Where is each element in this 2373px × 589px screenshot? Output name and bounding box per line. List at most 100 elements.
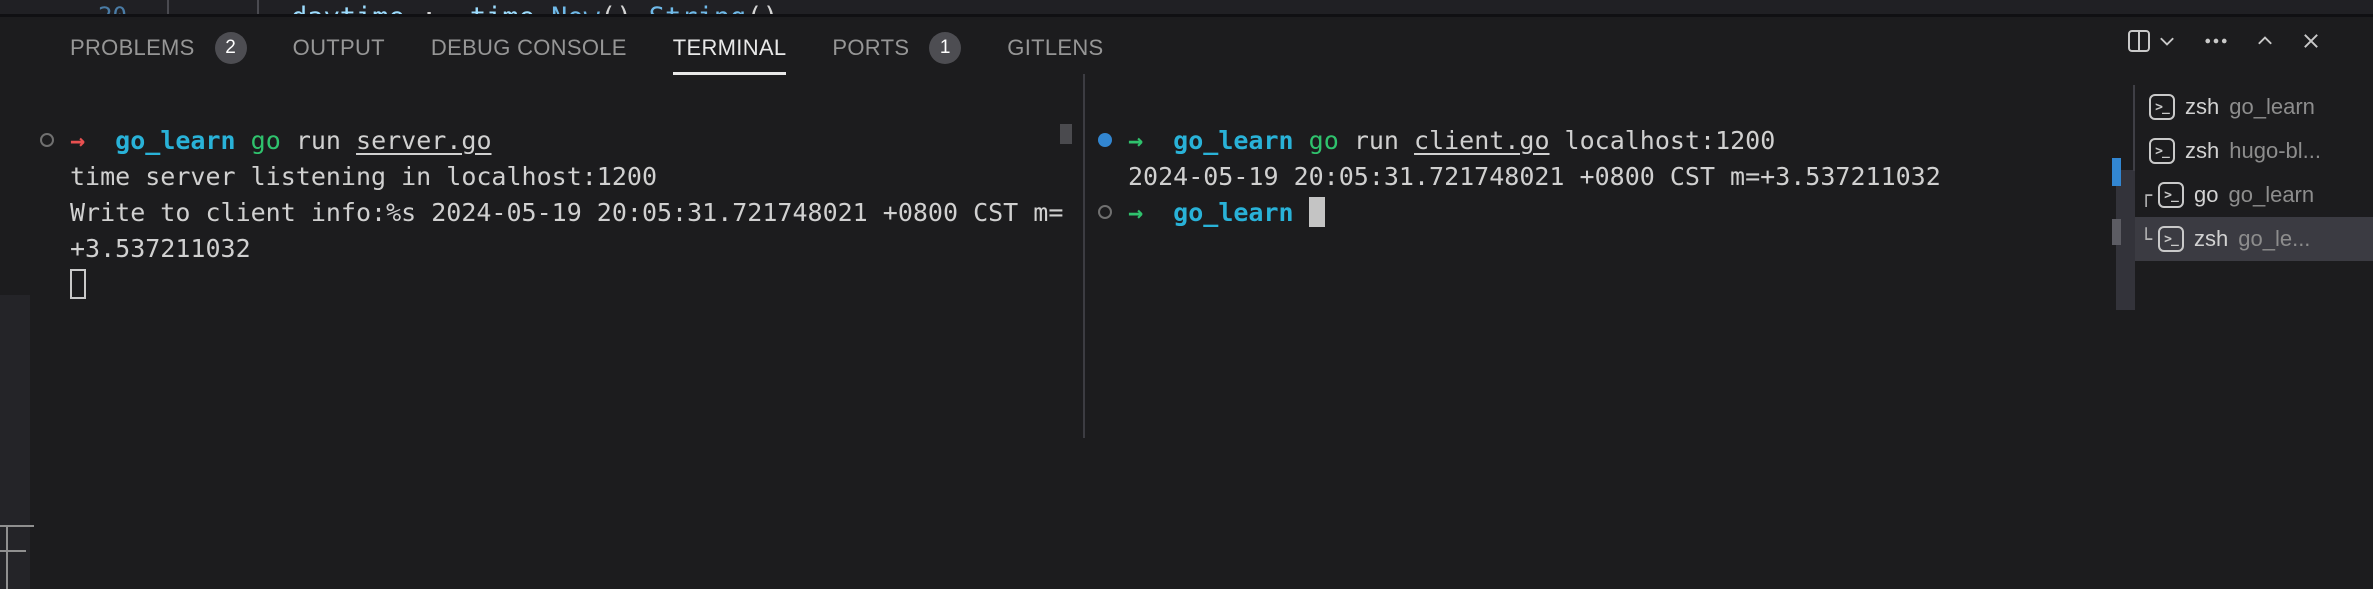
left-terminal-scrollbar-thumb[interactable] (1060, 124, 1072, 144)
editor-code-strip: 20 daytime := time.Now().String() (0, 0, 2373, 14)
tab-label: OUTPUT (293, 35, 385, 61)
tab-label: PROBLEMS (70, 35, 195, 61)
command-decoration-icon[interactable] (40, 133, 54, 147)
terminal-icon: >_ (2158, 182, 2184, 208)
terminal-text: 2024-05-19 20:05:31.721748021 +0800 CST … (1128, 162, 1941, 191)
terminal-cwd-label: go_learn (2228, 182, 2314, 208)
left-edge-strip (0, 295, 30, 589)
code-token: daytime (291, 2, 405, 14)
terminal-text-segment: Write to client info:%s 2024-05-19 20:05… (70, 198, 1063, 227)
terminal-cwd-label: go_le... (2238, 226, 2310, 252)
tab-label: GITLENS (1007, 35, 1103, 61)
views-and-more-actions-button[interactable] (2202, 30, 2230, 52)
vscode-panel-region: 20 daytime := time.Now().String() PROBLE… (0, 0, 2373, 589)
code-token: . (535, 2, 551, 14)
terminal-cursor (70, 269, 86, 299)
editor-guide-line (257, 0, 259, 14)
terminal-text-segment: 2024-05-19 20:05:31.721748021 +0800 CST … (1128, 162, 1941, 191)
terminal-split-sash[interactable] (1083, 74, 1085, 438)
code-token: String (649, 2, 747, 14)
tree-branch-icon: └ (2140, 227, 2156, 251)
tab-badge: 1 (929, 32, 961, 64)
terminal-text-segment: server.go (356, 126, 491, 155)
terminal-text: → go_learn go run client.go localhost:12… (1128, 126, 1775, 155)
terminal-shell-label: zsh (2185, 94, 2219, 120)
terminal-text-segment: go_learn (1173, 198, 1293, 227)
terminal-text-segment (236, 126, 251, 155)
code-token: time (470, 2, 535, 14)
terminal-cwd-label: go_learn (2229, 94, 2315, 120)
tab-label: TERMINAL (673, 35, 787, 61)
terminal-text: +3.537211032 (70, 234, 251, 263)
terminal-icon: >_ (2158, 226, 2184, 252)
terminal-line (34, 266, 1082, 302)
terminal-text-segment: go_learn (115, 126, 235, 155)
terminal-pane-right[interactable]: → go_learn go run client.go localhost:12… (1092, 122, 2112, 230)
terminal-text-segment: go (1309, 126, 1339, 155)
window-corner-line (0, 525, 34, 527)
tab-gitlens[interactable]: GITLENS (1007, 24, 1103, 75)
terminal-cwd-label: hugo-bl... (2229, 138, 2321, 164)
terminal-list-item-zsh-go_le[interactable]: └>_zshgo_le... (2135, 217, 2373, 261)
terminal-text-segment: go_learn (1173, 126, 1293, 155)
split-terminal-button[interactable] (2128, 30, 2150, 52)
launch-profile-dropdown[interactable] (2156, 30, 2178, 52)
panel-top-border (0, 14, 2373, 17)
split-terminal-icon (2128, 30, 2150, 52)
terminal-cursor (1309, 197, 1325, 227)
terminal-shell-label: zsh (2185, 138, 2219, 164)
terminal-pane-left[interactable]: → go_learn go run server.go time server l… (34, 122, 1082, 302)
close-icon (2300, 30, 2322, 52)
command-decoration-icon[interactable] (1098, 205, 1112, 219)
command-decoration-icon[interactable] (1098, 133, 1112, 147)
prompt-arrow-icon: → (70, 126, 85, 155)
chevron-up-icon (2254, 30, 2276, 52)
tab-output[interactable]: OUTPUT (293, 24, 385, 75)
tab-debug-console[interactable]: DEBUG CONSOLE (431, 24, 627, 75)
prompt-arrow-icon: → (1128, 126, 1143, 155)
terminal-tabs-list: >_zshgo_learn>_zshhugo-bl...┌>_gogo_lear… (2135, 85, 2373, 261)
terminal-line: → go_learn go run client.go localhost:12… (1092, 122, 2112, 158)
terminal-line: 2024-05-19 20:05:31.721748021 +0800 CST … (1092, 158, 2112, 194)
terminal-text: → go_learn (1128, 198, 1309, 227)
close-panel-button[interactable] (2300, 30, 2322, 52)
terminal-gutter (1092, 205, 1128, 219)
terminal-line: → go_learn go run server.go (34, 122, 1082, 158)
tab-ports[interactable]: PORTS 1 (832, 24, 961, 75)
window-corner-line (6, 526, 8, 589)
tab-terminal[interactable]: TERMINAL (673, 24, 787, 75)
scrollbar-command-decoration (2112, 158, 2121, 186)
terminal-text-segment: time server listening in localhost:1200 (70, 162, 657, 191)
right-terminal-scrollbar-thumb[interactable] (2112, 219, 2121, 245)
terminal-text-segment (1143, 126, 1173, 155)
editor-line-number: 20 (98, 2, 127, 14)
terminal-list-item-zsh-hugo-bl[interactable]: >_ zsh hugo-bl... (2135, 129, 2373, 173)
terminal-shell-label: go (2194, 182, 2218, 208)
prompt-arrow-icon: → (1128, 198, 1143, 227)
panel-tabs: PROBLEMS2 OUTPUT DEBUG CONSOLE TERMINAL PORT… (70, 24, 1104, 72)
chevron-down-icon (2156, 30, 2178, 52)
code-token: . (632, 2, 648, 14)
terminal-line: +3.537211032 (34, 230, 1082, 266)
code-token: () (746, 2, 779, 14)
tab-problems[interactable]: PROBLEMS2 (70, 24, 247, 75)
tree-branch-icon: ┌ (2140, 183, 2156, 207)
terminal-text-segment: localhost:1200 (1550, 126, 1776, 155)
terminal-icon: >_ (2149, 94, 2175, 120)
terminal-text: → go_learn go run server.go (70, 126, 492, 155)
terminal-text-segment (85, 126, 115, 155)
code-token: Now (551, 2, 600, 14)
terminal-gutter (34, 133, 70, 147)
maximize-panel-button[interactable] (2254, 30, 2276, 52)
terminal-text-segment: run (1339, 126, 1414, 155)
terminal-text-segment: +3.537211032 (70, 234, 251, 263)
terminal-list-item-go-go_learn[interactable]: ┌>_ go go_learn (2135, 173, 2373, 217)
editor-code-line: daytime := time.Now().String() (291, 2, 779, 14)
terminal-list-item-zsh-go_learn[interactable]: >_ zsh go_learn (2135, 85, 2373, 129)
code-token: () (600, 2, 633, 14)
terminal-text: time server listening in localhost:1200 (70, 162, 657, 191)
panel-header-actions (2128, 30, 2322, 52)
tab-label: PORTS (832, 35, 909, 61)
terminal-icon: >_ (2149, 138, 2175, 164)
terminal-text-segment (1294, 126, 1309, 155)
